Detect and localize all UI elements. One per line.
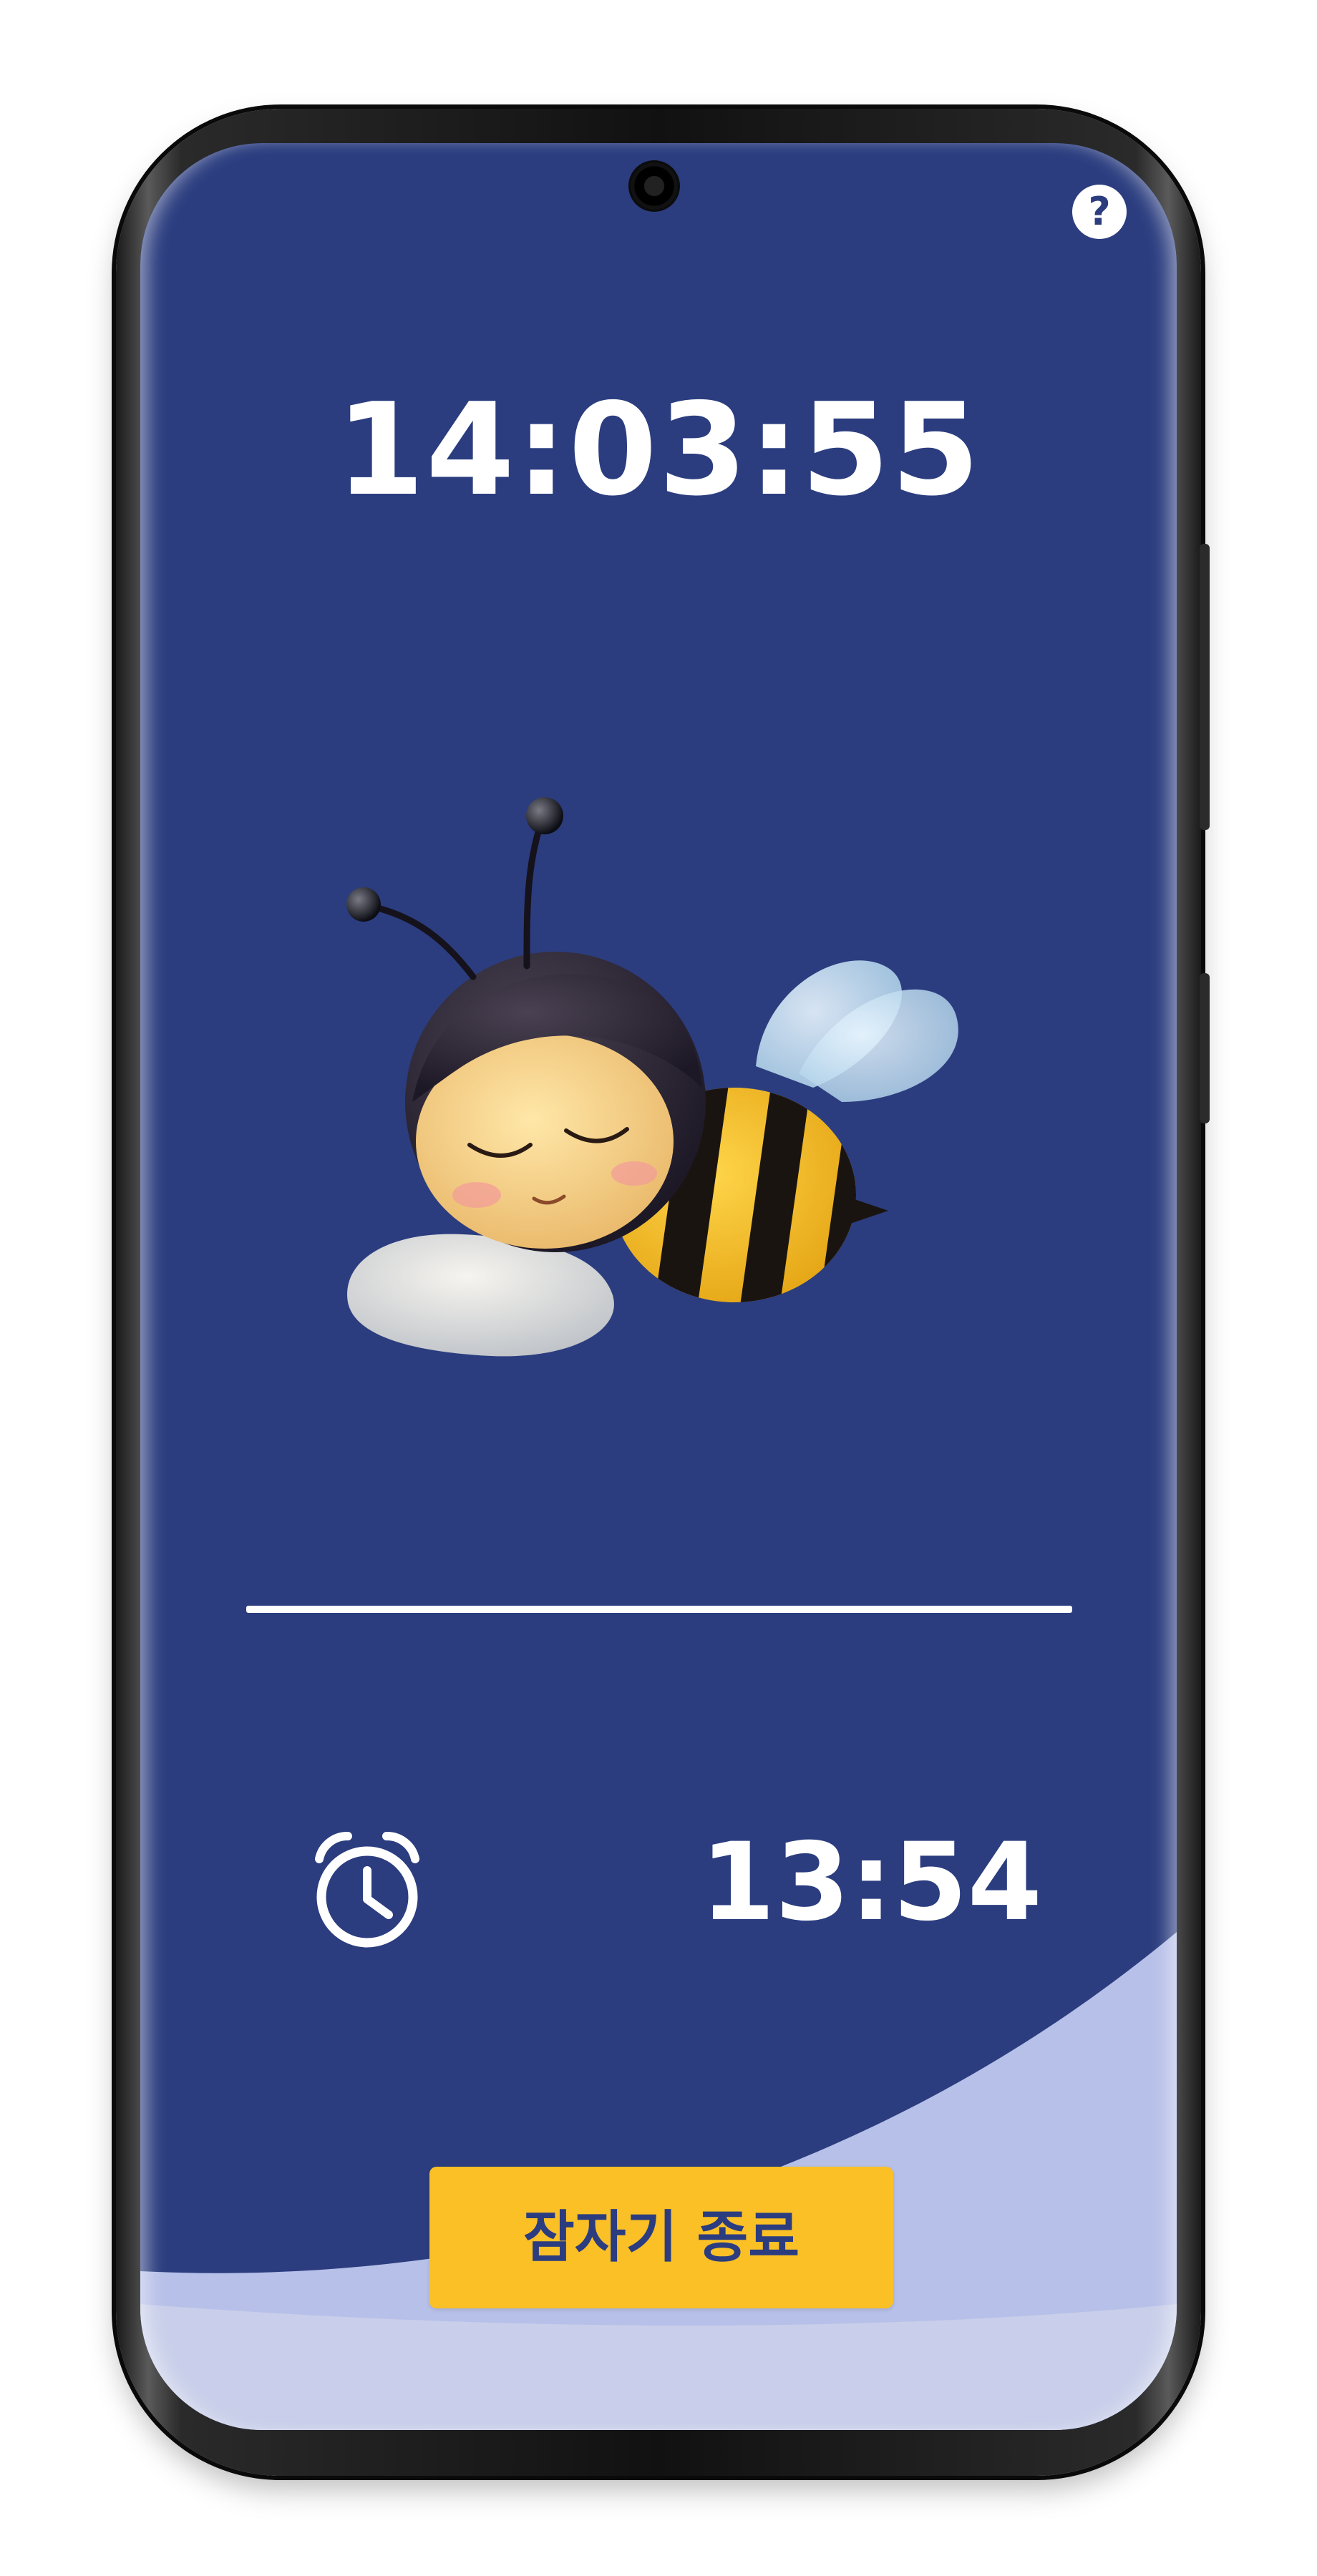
help-button[interactable]: ? [1072, 185, 1127, 239]
pillow [347, 1234, 614, 1357]
bee-wings [756, 960, 958, 1102]
volume-button [1200, 544, 1210, 830]
alarm-clock-icon [315, 1832, 419, 1948]
current-time: 14:03:55 [336, 376, 981, 524]
bee-antennae [346, 797, 563, 980]
page: ? 14:03:55 13:54 잠자기 종료 [0, 0, 1317, 2576]
sleeping-bee-illustration [346, 797, 958, 1357]
phone-screen: ? 14:03:55 13:54 잠자기 종료 [140, 143, 1177, 2430]
divider-line [246, 1606, 1072, 1613]
bee-head [405, 952, 706, 1252]
power-button [1200, 973, 1210, 1123]
end-sleep-button[interactable]: 잠자기 종료 [429, 2167, 893, 2308]
alarm-time: 13:54 [700, 1820, 1042, 1945]
question-mark-icon: ? [1088, 189, 1111, 234]
front-camera [631, 163, 677, 209]
